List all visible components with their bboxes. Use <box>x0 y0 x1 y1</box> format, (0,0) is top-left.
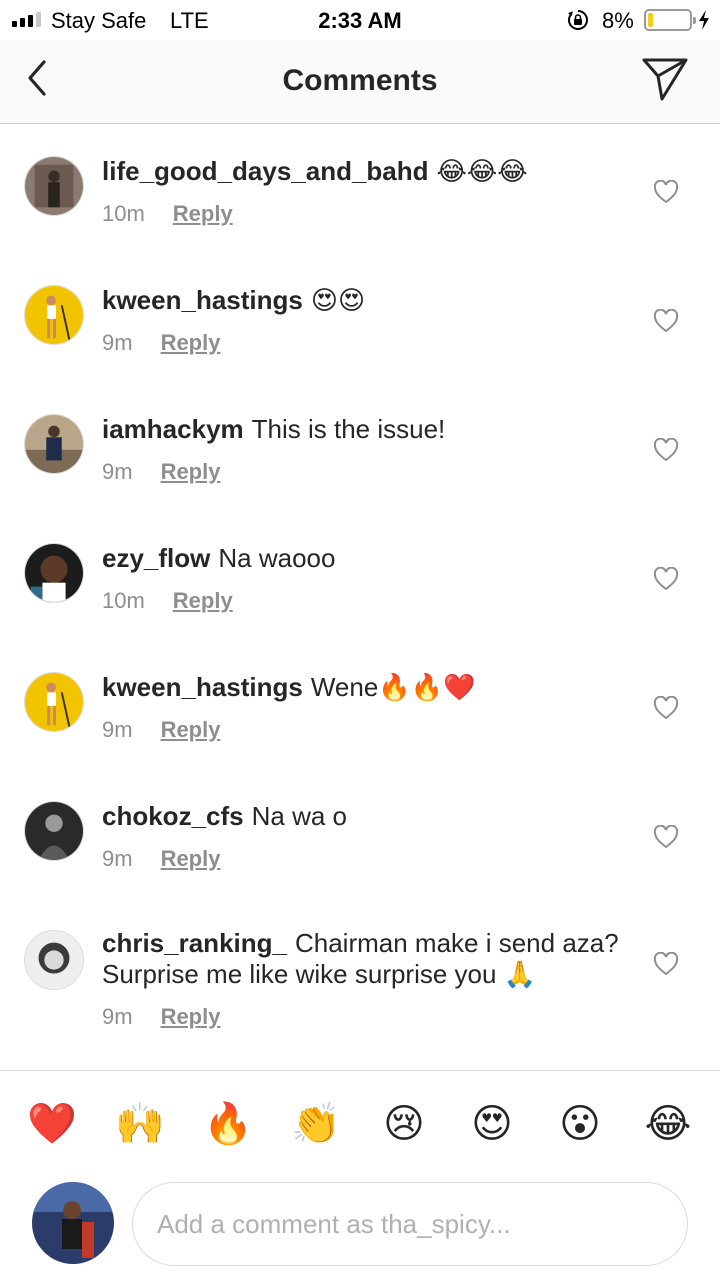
comment-text: 😂😂😂 <box>436 156 528 186</box>
reply-button[interactable]: Reply <box>161 717 221 742</box>
avatar[interactable] <box>24 672 84 732</box>
reply-button[interactable]: Reply <box>173 588 233 613</box>
comment-time: 10m <box>102 588 145 613</box>
avatar[interactable] <box>24 414 84 474</box>
emoji-surprised-button[interactable]: 😮 <box>552 1099 608 1149</box>
comment-text: Na wa o <box>251 801 347 831</box>
heart-outline-icon[interactable] <box>653 438 679 462</box>
heart-outline-icon[interactable] <box>653 696 679 720</box>
avatar[interactable] <box>24 285 84 345</box>
reply-button[interactable]: Reply <box>161 846 221 871</box>
comment-username[interactable]: life_good_days_and_bahd <box>102 156 429 186</box>
emoji-clapping-button[interactable]: 👏 <box>288 1099 344 1149</box>
emoji-quick-bar: ❤️ 🙌 🔥 👏 😢 😍 😮 😂 <box>0 1070 720 1174</box>
comment-composer <box>0 1174 720 1280</box>
comment-text: 😍😍 <box>310 285 366 315</box>
comment-username[interactable]: chokoz_cfs <box>102 801 244 831</box>
heart-outline-icon[interactable] <box>653 180 679 204</box>
avatar[interactable] <box>24 156 84 216</box>
comment-time: 9m <box>102 459 133 484</box>
charging-bolt-icon <box>699 10 709 30</box>
heart-outline-icon[interactable] <box>653 952 679 976</box>
avatar[interactable] <box>24 930 84 990</box>
reply-button[interactable]: Reply <box>161 1004 221 1029</box>
heart-outline-icon[interactable] <box>653 309 679 333</box>
reply-button[interactable]: Reply <box>173 201 233 226</box>
comment-text: Wene🔥🔥❤️ <box>310 672 476 702</box>
status-bar: Stay Safe LTE 2:33 AM 8% <box>0 0 720 40</box>
emoji-raised-hands-button[interactable]: 🙌 <box>112 1099 168 1149</box>
emoji-crying-button[interactable]: 😢 <box>376 1099 432 1149</box>
battery-icon <box>644 9 696 31</box>
heart-outline-icon[interactable] <box>653 825 679 849</box>
comment-username[interactable]: kween_hastings <box>102 672 303 702</box>
paper-plane-icon[interactable] <box>640 56 690 102</box>
avatar[interactable] <box>24 801 84 861</box>
comment-text: This is the issue! <box>251 414 446 444</box>
comment-username[interactable]: ezy_flow <box>102 543 210 573</box>
reply-button[interactable]: Reply <box>161 459 221 484</box>
comment-time: 9m <box>102 330 133 355</box>
reply-button[interactable]: Reply <box>161 330 221 355</box>
comment-time: 9m <box>102 1004 133 1029</box>
heart-outline-icon[interactable] <box>653 567 679 591</box>
comment-username[interactable]: chris_ranking_ <box>102 928 287 958</box>
comment-time: 10m <box>102 201 145 226</box>
comment-username[interactable]: kween_hastings <box>102 285 303 315</box>
emoji-heart-button[interactable]: ❤️ <box>24 1099 80 1149</box>
comment-input[interactable] <box>157 1201 657 1247</box>
comment-time: 9m <box>102 717 133 742</box>
avatar[interactable] <box>24 543 84 603</box>
comment-input-container <box>132 1182 688 1266</box>
comment-time: 9m <box>102 846 133 871</box>
emoji-fire-button[interactable]: 🔥 <box>200 1099 256 1149</box>
page-title: Comments <box>282 64 438 97</box>
emoji-laughing-button[interactable]: 😂 <box>640 1099 696 1149</box>
battery-percentage: 8% <box>602 8 634 33</box>
emoji-heart-eyes-button[interactable]: 😍 <box>464 1099 520 1149</box>
orientation-lock-icon <box>568 10 588 30</box>
comment-text: Na waooo <box>218 543 336 573</box>
comment-username[interactable]: iamhackym <box>102 414 244 444</box>
current-user-avatar <box>32 1182 114 1264</box>
header: Comments <box>0 40 720 124</box>
